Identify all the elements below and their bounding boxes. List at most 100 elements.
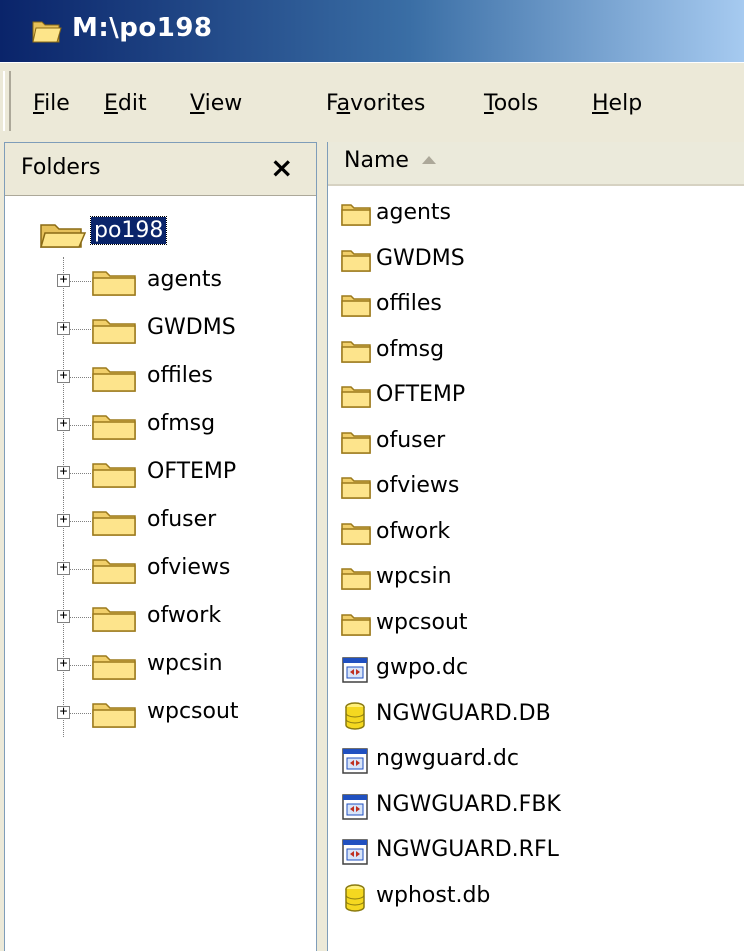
folder-icon bbox=[91, 267, 137, 297]
expand-icon[interactable]: + bbox=[57, 561, 70, 575]
tree-line bbox=[67, 377, 91, 378]
folder-icon bbox=[91, 651, 137, 681]
database-icon bbox=[340, 883, 372, 913]
tree-line bbox=[67, 569, 91, 570]
folder-icon bbox=[91, 699, 137, 729]
tree-item-gwdms[interactable]: + GWDMS bbox=[5, 305, 316, 353]
tree-item-label: ofviews bbox=[147, 555, 231, 580]
expand-icon[interactable]: + bbox=[57, 273, 70, 287]
folders-pane: Folders × po198 + agents + GWDMS + offiles + of… bbox=[4, 142, 317, 951]
list-item-label: ngwguard.dc bbox=[376, 746, 519, 771]
pane-splitter[interactable] bbox=[317, 142, 327, 951]
tree-item-ofviews[interactable]: + ofviews bbox=[5, 545, 316, 593]
files-pane: Name agents GWDMS offiles ofmsg OFTEMP ofuser… bbox=[327, 142, 744, 951]
expand-icon[interactable]: + bbox=[57, 369, 70, 383]
tree-item-label: po198 bbox=[89, 216, 168, 245]
tree-item-label: offiles bbox=[147, 363, 213, 388]
database-icon bbox=[340, 701, 372, 731]
list-item-label: ofmsg bbox=[376, 336, 445, 362]
menu-edit[interactable]: Edit bbox=[104, 91, 147, 116]
tree-item-label: agents bbox=[147, 267, 223, 292]
sort-ascending-icon bbox=[422, 156, 436, 164]
tree-item-label: wpcsin bbox=[147, 651, 223, 676]
folder-icon bbox=[91, 411, 137, 441]
folder-icon bbox=[340, 564, 372, 594]
list-item-label: wphost.db bbox=[376, 882, 491, 908]
folder-icon bbox=[340, 428, 372, 458]
menu-grip bbox=[3, 71, 11, 131]
folders-pane-header: Folders × bbox=[5, 143, 316, 196]
folder-icon bbox=[340, 200, 372, 230]
folder-icon bbox=[91, 555, 137, 585]
list-item-label: agents bbox=[376, 200, 452, 225]
window-title: M:\po198 bbox=[72, 13, 213, 43]
tree-item-label: OFTEMP bbox=[147, 459, 237, 484]
close-icon[interactable]: × bbox=[270, 151, 293, 184]
list-item-label: offiles bbox=[376, 291, 442, 316]
list-item-label: NGWGUARD.FBK bbox=[376, 791, 561, 817]
list-item-label: GWDMS bbox=[376, 245, 465, 271]
tree-line bbox=[67, 329, 91, 330]
folder-icon bbox=[340, 246, 372, 276]
expand-icon[interactable]: + bbox=[57, 321, 70, 335]
tree-line bbox=[67, 473, 91, 474]
folder-icon bbox=[340, 610, 372, 640]
tree-line bbox=[67, 617, 91, 618]
menu-tools[interactable]: Tools bbox=[484, 91, 538, 116]
tree-item-offiles[interactable]: + offiles bbox=[5, 353, 316, 401]
tree-line bbox=[67, 521, 91, 522]
expand-icon[interactable]: + bbox=[57, 657, 70, 671]
folder-icon bbox=[91, 363, 137, 393]
expand-icon[interactable]: + bbox=[57, 417, 70, 431]
expand-icon[interactable]: + bbox=[57, 705, 70, 719]
tree-item-label: ofuser bbox=[147, 507, 217, 532]
file-icon bbox=[340, 837, 372, 867]
menu-favorites[interactable]: Favorites bbox=[326, 91, 425, 116]
folder-icon bbox=[91, 507, 137, 537]
list-item-label: NGWGUARD.DB bbox=[376, 700, 551, 726]
menu-file[interactable]: File bbox=[33, 91, 70, 116]
expand-icon[interactable]: + bbox=[57, 465, 70, 479]
folder-icon bbox=[340, 337, 372, 367]
folder-icon bbox=[340, 291, 372, 321]
list-item-label: ofuser bbox=[376, 427, 446, 453]
file-icon bbox=[340, 792, 372, 822]
folder-icon bbox=[340, 473, 372, 503]
tree-item-label: GWDMS bbox=[147, 315, 236, 340]
column-header-name[interactable]: Name bbox=[328, 142, 744, 186]
menu-help[interactable]: Help bbox=[592, 91, 642, 116]
menu-view[interactable]: View bbox=[190, 91, 242, 116]
tree-item-ofuser[interactable]: + ofuser bbox=[5, 497, 316, 545]
list-item-label: wpcsin bbox=[376, 564, 452, 589]
tree-item-ofwork[interactable]: + ofwork bbox=[5, 593, 316, 641]
list-item-label: OFTEMP bbox=[376, 382, 466, 407]
folder-icon bbox=[340, 382, 372, 412]
file-icon bbox=[340, 655, 372, 685]
folders-pane-title: Folders bbox=[21, 155, 101, 180]
list-item-label: NGWGUARD.RFL bbox=[376, 837, 559, 862]
tree-line bbox=[67, 713, 91, 714]
tree-item-wpcsout[interactable]: + wpcsout bbox=[5, 689, 316, 737]
list-item-label: gwpo.dc bbox=[376, 655, 469, 680]
tree-line bbox=[67, 425, 91, 426]
expand-icon[interactable]: + bbox=[57, 609, 70, 623]
file-icon bbox=[340, 746, 372, 776]
folder-icon bbox=[91, 603, 137, 633]
list-item-label: ofwork bbox=[376, 518, 451, 544]
tree-item-wpcsin[interactable]: + wpcsin bbox=[5, 641, 316, 689]
tree-item-label: wpcsout bbox=[147, 699, 239, 724]
tree-item-ofmsg[interactable]: + ofmsg bbox=[5, 401, 316, 449]
title-bar: M:\po198 bbox=[0, 0, 744, 62]
list-item-label: ofviews bbox=[376, 473, 460, 498]
expand-icon[interactable]: + bbox=[57, 513, 70, 527]
menu-bar: File Edit View Favorites Tools Help bbox=[0, 62, 744, 140]
tree-item-label: ofmsg bbox=[147, 411, 216, 436]
folder-icon bbox=[340, 519, 372, 549]
tree-item-agents[interactable]: + agents bbox=[5, 257, 316, 305]
open-folder-icon bbox=[39, 221, 87, 249]
tree-item-oftemp[interactable]: + OFTEMP bbox=[5, 449, 316, 497]
tree-line bbox=[67, 281, 91, 282]
tree-item-label: ofwork bbox=[147, 603, 222, 628]
list-item-label: wpcsout bbox=[376, 609, 468, 635]
open-folder-icon bbox=[32, 18, 62, 44]
